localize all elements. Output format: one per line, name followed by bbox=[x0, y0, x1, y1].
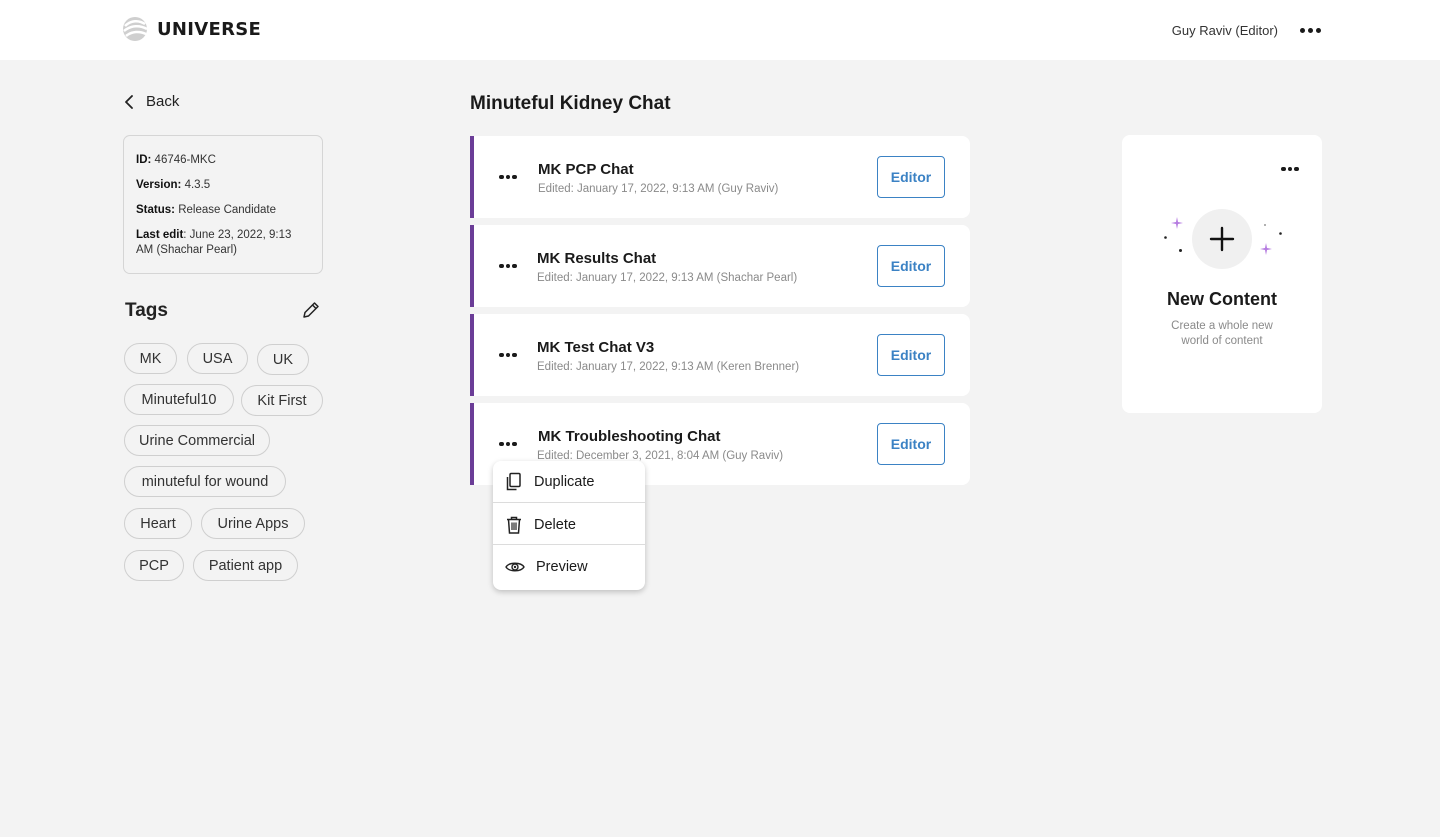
back-button[interactable]: Back bbox=[124, 93, 179, 110]
tag-chip[interactable]: Minuteful10 bbox=[124, 384, 234, 415]
item-title: MK PCP Chat bbox=[538, 161, 634, 178]
info-last-edit: Last edit: June 23, 2022, 9:13 AM (Shach… bbox=[136, 229, 292, 256]
tag-chip[interactable]: Urine Commercial bbox=[124, 425, 270, 456]
page-title: Minuteful Kidney Chat bbox=[470, 93, 671, 114]
tag-chip[interactable]: Heart bbox=[124, 508, 192, 539]
editor-button[interactable]: Editor bbox=[877, 156, 945, 198]
tag-chip[interactable]: USA bbox=[187, 343, 248, 374]
trash-icon bbox=[507, 516, 521, 534]
new-content-title: New Content bbox=[1167, 289, 1277, 309]
brand-logo[interactable]: UNIVERSE bbox=[122, 16, 261, 42]
menu-item-duplicate[interactable]: Duplicate bbox=[493, 461, 645, 503]
info-version: Version: 4.3.5 bbox=[136, 179, 211, 191]
tag-chip[interactable]: minuteful for wound bbox=[124, 466, 286, 497]
sparkle-icon bbox=[1179, 249, 1182, 252]
item-edited-info: Edited: January 17, 2022, 9:13 AM (Keren… bbox=[537, 361, 800, 373]
sparkle-icon bbox=[1279, 232, 1282, 235]
tags-heading: Tags bbox=[125, 300, 168, 321]
item-edited-info: Edited: January 17, 2022, 9:13 AM (Guy R… bbox=[538, 183, 779, 195]
item-more-options-icon[interactable] bbox=[497, 346, 519, 364]
editor-button[interactable]: Editor bbox=[877, 334, 945, 376]
info-status: Status: Release Candidate bbox=[136, 204, 277, 216]
duplicate-icon bbox=[506, 472, 521, 491]
item-more-options-icon[interactable] bbox=[497, 435, 519, 453]
new-content-card[interactable]: New Content Create a whole new world of … bbox=[1122, 135, 1322, 413]
edit-pencil-icon[interactable] bbox=[300, 299, 322, 321]
menu-divider bbox=[493, 544, 645, 545]
editor-button[interactable]: Editor bbox=[877, 423, 945, 465]
top-bar: UNIVERSE Guy Raviv (Editor) bbox=[0, 0, 1440, 60]
item-edited-info: Edited: January 17, 2022, 9:13 AM (Shach… bbox=[537, 272, 798, 284]
new-content-subtitle: Create a whole new world of content bbox=[1171, 320, 1273, 347]
item-more-options-icon[interactable] bbox=[497, 257, 519, 275]
item-context-menu: Duplicate Delete Preview bbox=[493, 461, 645, 590]
menu-label: Delete bbox=[534, 517, 576, 533]
menu-item-delete[interactable]: Delete bbox=[493, 504, 645, 546]
tag-chip[interactable]: UK bbox=[257, 344, 309, 375]
content-item-card[interactable]: MK Results Chat Edited: January 17, 2022… bbox=[470, 225, 970, 307]
item-title: MK Test Chat V3 bbox=[537, 339, 655, 356]
menu-label: Duplicate bbox=[534, 474, 595, 490]
menu-label: Preview bbox=[536, 559, 588, 575]
tag-chip[interactable]: PCP bbox=[124, 550, 184, 581]
back-label: Back bbox=[146, 93, 180, 110]
info-id: ID: 46746-MKC bbox=[136, 154, 216, 166]
plus-icon bbox=[1209, 226, 1235, 252]
tag-chip[interactable]: Patient app bbox=[193, 550, 298, 581]
sparkle-icon bbox=[1264, 224, 1266, 226]
content-item-card[interactable]: MK PCP Chat Edited: January 17, 2022, 9:… bbox=[470, 136, 970, 218]
content-item-card[interactable]: MK Test Chat V3 Edited: January 17, 2022… bbox=[470, 314, 970, 396]
sparkle-icon bbox=[1260, 243, 1272, 255]
add-content-button[interactable] bbox=[1192, 209, 1252, 269]
content-info-card: ID: 46746-MKC Version: 4.3.5 Status: Rel… bbox=[123, 135, 323, 274]
item-more-options-icon[interactable] bbox=[497, 168, 519, 186]
item-title: MK Results Chat bbox=[537, 250, 657, 267]
header-more-options-icon[interactable] bbox=[1297, 18, 1323, 42]
chevron-left-icon bbox=[125, 94, 133, 109]
item-title: MK Troubleshooting Chat bbox=[538, 428, 721, 445]
eye-icon bbox=[505, 562, 525, 572]
menu-item-preview[interactable]: Preview bbox=[493, 546, 645, 588]
tag-chip[interactable]: Kit First bbox=[241, 385, 323, 416]
menu-divider bbox=[493, 502, 645, 503]
current-user[interactable]: Guy Raviv (Editor) bbox=[1172, 23, 1278, 38]
new-content-more-options-icon[interactable] bbox=[1279, 159, 1301, 179]
universe-logo-icon bbox=[123, 17, 148, 41]
sparkle-icon bbox=[1164, 236, 1167, 239]
brand-name: UNIVERSE bbox=[157, 18, 262, 40]
editor-button[interactable]: Editor bbox=[877, 245, 945, 287]
tag-chip[interactable]: MK bbox=[124, 343, 177, 374]
tag-chip[interactable]: Urine Apps bbox=[201, 508, 305, 539]
sparkle-icon bbox=[1171, 217, 1183, 229]
